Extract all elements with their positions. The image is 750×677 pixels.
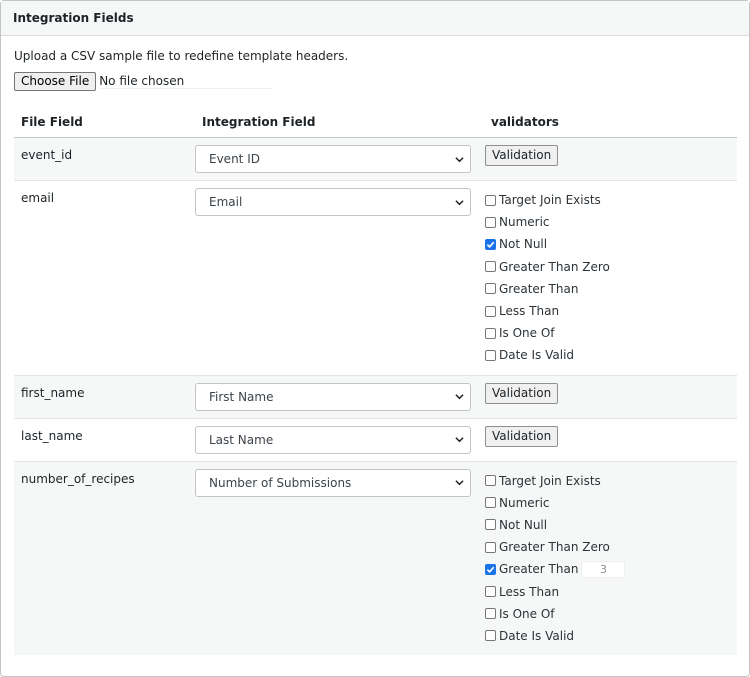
validator-option: Date Is Valid: [485, 344, 737, 366]
validation-button[interactable]: Validation: [485, 145, 559, 166]
validator-label: Less Than: [499, 584, 560, 599]
validator-option: Greater Than Zero: [485, 256, 737, 278]
table-row: event_id Event ID Validation: [14, 137, 737, 181]
checkmark-icon: [486, 566, 495, 573]
select-value: Last Name: [209, 432, 274, 447]
file-field-name: email: [21, 191, 55, 205]
validation-button[interactable]: Validation: [485, 425, 559, 447]
table-row: last_name Last Name Validation: [14, 418, 737, 462]
target-join-exists-checkbox[interactable]: [485, 475, 496, 487]
numeric-checkbox[interactable]: [485, 216, 496, 228]
validator-label: Greater Than Zero: [499, 259, 610, 274]
integration-field-select[interactable]: Event ID: [195, 145, 471, 173]
select-value: Number of Submissions: [209, 475, 352, 490]
select-value: Email: [209, 195, 243, 209]
checkmark-icon: [486, 241, 495, 248]
validator-option: Greater Than 3: [485, 558, 737, 580]
validator-label: Greater Than: [499, 281, 579, 296]
not-null-checkbox[interactable]: [485, 519, 496, 531]
select-value: First Name: [209, 389, 274, 404]
validator-option: Target Join Exists: [485, 470, 737, 492]
table-row: first_name First Name Validation: [14, 375, 737, 419]
validator-label: Date Is Valid: [499, 348, 575, 363]
less-than-checkbox[interactable]: [485, 305, 496, 317]
header-integration-field: Integration Field: [195, 109, 484, 138]
chevron-down-icon: [455, 437, 464, 443]
target-join-exists-checkbox[interactable]: [485, 194, 496, 206]
file-field-name: number_of_recipes: [21, 471, 135, 486]
validator-option: Not Null: [485, 233, 737, 255]
validator-option: Numeric: [485, 492, 737, 514]
validator-label: Not Null: [499, 237, 548, 252]
panel-title: Integration Fields: [1, 1, 749, 36]
validator-label: Is One Of: [499, 606, 555, 621]
validator-label: Date Is Valid: [499, 628, 575, 643]
select-value: Event ID: [209, 152, 260, 166]
upload-description: Upload a CSV sample file to redefine tem…: [14, 49, 349, 63]
table-row: email Email Target Join Exists Numeric N…: [14, 180, 737, 376]
table-header-row: File Field Integration Field validators: [14, 109, 737, 138]
validator-option: Less Than: [485, 580, 737, 602]
integration-fields-panel: Integration Fields Upload a CSV sample f…: [0, 0, 750, 677]
greater-than-value-input[interactable]: 3: [581, 560, 626, 578]
file-status: No file chosen: [99, 74, 273, 89]
greater-than-checkbox[interactable]: [485, 283, 496, 295]
integration-field-select[interactable]: Email: [195, 188, 471, 216]
validator-label: Greater Than: [499, 562, 579, 577]
validator-option: Less Than: [485, 300, 737, 322]
validator-label: Target Join Exists: [499, 473, 601, 488]
validator-list: Target Join Exists Numeric Not Null Grea…: [484, 181, 737, 375]
header-file-field: File Field: [14, 109, 195, 138]
is-one-of-checkbox[interactable]: [485, 327, 496, 339]
validator-option: Not Null: [485, 514, 737, 536]
validator-label: Numeric: [499, 495, 550, 510]
validator-option: Date Is Valid: [485, 625, 737, 647]
less-than-checkbox[interactable]: [485, 586, 496, 598]
file-upload: Choose File No file chosen: [14, 72, 273, 91]
greater-than-zero-checkbox[interactable]: [485, 541, 496, 553]
date-is-valid-checkbox[interactable]: [485, 349, 496, 361]
date-is-valid-checkbox[interactable]: [485, 630, 496, 642]
integration-field-select[interactable]: Number of Submissions: [195, 468, 471, 497]
choose-file-button[interactable]: Choose File: [14, 72, 97, 91]
greater-than-zero-checkbox[interactable]: [485, 261, 496, 273]
validator-option: Is One Of: [485, 322, 737, 344]
chevron-down-icon: [455, 199, 464, 205]
validator-label: Not Null: [499, 517, 548, 532]
numeric-checkbox[interactable]: [485, 497, 496, 509]
integration-field-select[interactable]: First Name: [195, 382, 471, 411]
not-null-checkbox[interactable]: [485, 238, 496, 250]
integration-field-select[interactable]: Last Name: [195, 425, 471, 454]
is-one-of-checkbox[interactable]: [485, 608, 496, 620]
validator-label: Greater Than Zero: [499, 540, 610, 555]
validator-option: Target Join Exists: [485, 189, 737, 211]
greater-than-checkbox[interactable]: [485, 563, 496, 575]
validator-label: Target Join Exists: [499, 193, 601, 208]
validator-option: Greater Than Zero: [485, 536, 737, 558]
validator-label: Is One Of: [499, 326, 555, 341]
file-field-name: event_id: [21, 148, 73, 162]
validator-option: Greater Than: [485, 278, 737, 300]
validator-label: Less Than: [499, 304, 560, 319]
validation-button[interactable]: Validation: [485, 382, 559, 404]
table-row: number_of_recipes Number of Submissions …: [14, 461, 737, 655]
validator-option: Numeric: [485, 211, 737, 233]
file-field-name: last_name: [21, 428, 83, 443]
validator-list: Target Join Exists Numeric Not Null Grea…: [484, 462, 737, 656]
chevron-down-icon: [455, 156, 464, 162]
chevron-down-icon: [455, 394, 464, 400]
header-validators: validators: [484, 109, 737, 138]
file-field-name: first_name: [21, 385, 85, 400]
chevron-down-icon: [455, 480, 464, 486]
validator-label: Numeric: [499, 215, 550, 230]
fields-table: File Field Integration Field validators …: [14, 109, 737, 655]
validator-option: Is One Of: [485, 603, 737, 625]
